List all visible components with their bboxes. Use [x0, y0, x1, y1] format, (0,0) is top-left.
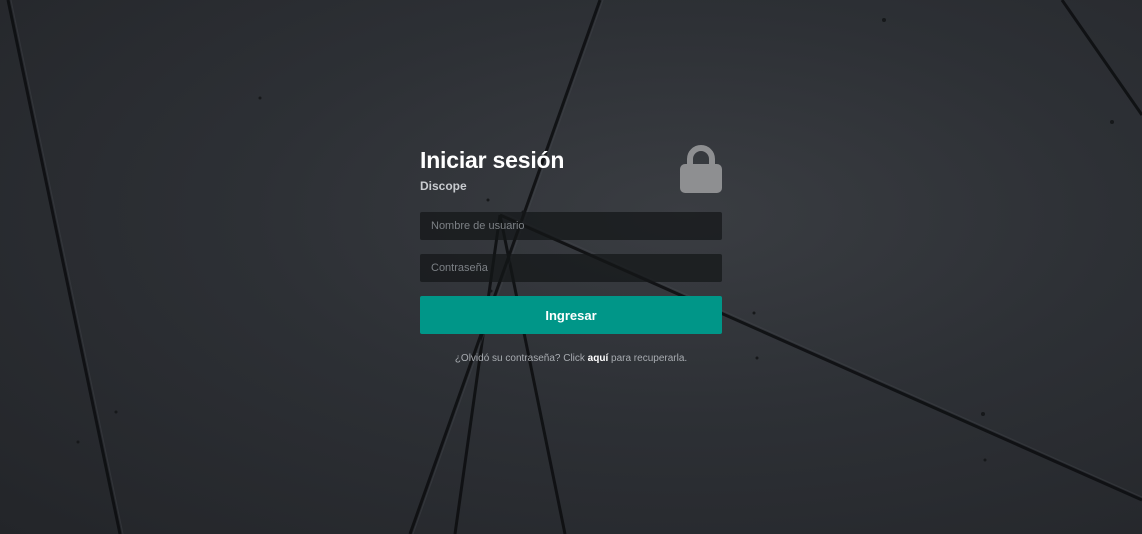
page-title: Iniciar sesión	[420, 147, 565, 173]
forgot-password-prefix: ¿Olvidó su contraseña? Click	[454, 353, 588, 364]
login-panel: Iniciar sesión Discope Ingresar ¿Olvidó …	[420, 145, 722, 364]
lock-icon	[680, 145, 722, 193]
login-button[interactable]: Ingresar	[420, 296, 722, 334]
app-name: Discope	[420, 179, 467, 193]
recover-password-link[interactable]: aquí	[588, 353, 609, 364]
username-input[interactable]	[420, 212, 722, 240]
password-input[interactable]	[420, 254, 722, 282]
forgot-password-suffix: para recuperarla.	[608, 353, 688, 364]
forgot-password-text: ¿Olvidó su contraseña? Click aquí para r…	[420, 352, 722, 366]
